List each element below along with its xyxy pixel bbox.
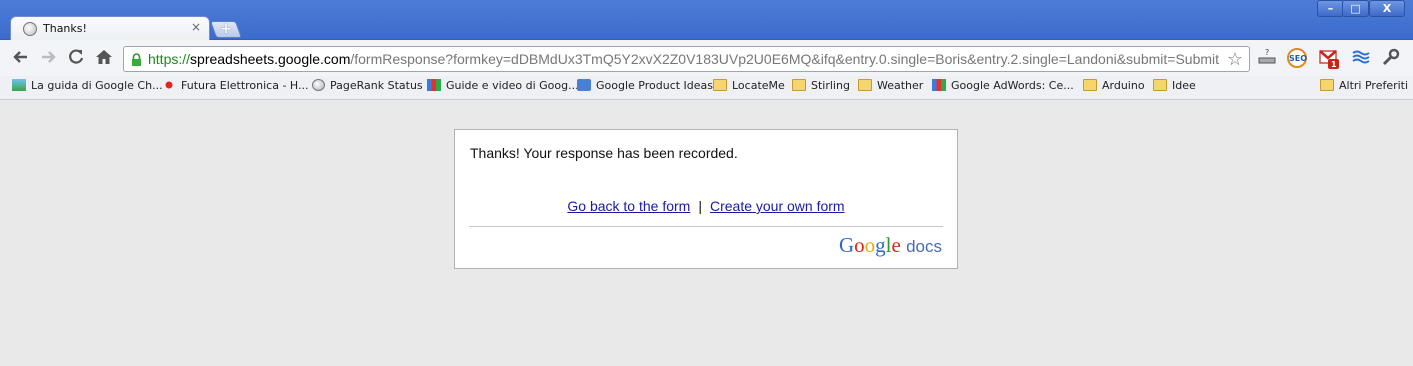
back-to-form-link[interactable]: Go back to the form — [567, 198, 690, 214]
maximize-button[interactable]: □ — [1342, 0, 1369, 17]
extension-scale-icon[interactable]: ? — [1256, 48, 1278, 68]
forward-arrow-icon — [42, 51, 56, 63]
bookmark-item[interactable]: Guide e video di Goog... — [427, 79, 579, 97]
tab-close-icon[interactable]: × — [191, 20, 201, 34]
folder-icon — [1083, 79, 1097, 91]
google-docs-logo: Google docs — [838, 233, 942, 257]
back-button[interactable] — [11, 48, 31, 68]
bookmark-folder[interactable]: Stirling — [792, 79, 850, 97]
divider — [469, 226, 943, 227]
page-content: Thanks! Your response has been recorded.… — [0, 101, 1413, 366]
reload-button[interactable] — [66, 48, 86, 68]
bookmark-folder[interactable]: Arduino — [1083, 79, 1145, 97]
address-bar[interactable]: https://spreadsheets.google.com/formResp… — [123, 46, 1250, 72]
globe-icon — [312, 79, 325, 91]
bookmark-label: Weather — [877, 79, 924, 92]
bookmark-folder[interactable]: Idee — [1153, 79, 1196, 97]
bookmark-label: LocateMe — [732, 79, 785, 92]
check-icon — [577, 79, 591, 91]
toolbar: https://spreadsheets.google.com/formResp… — [0, 40, 1413, 76]
svg-text:?: ? — [1265, 48, 1269, 57]
logo-docs-text: docs — [906, 237, 942, 256]
url-protocol: https:// — [148, 51, 191, 67]
folder-icon — [1153, 79, 1167, 91]
bookmark-item[interactable]: PageRank Status — [312, 79, 423, 97]
google-icon — [932, 79, 946, 91]
map-icon — [12, 79, 26, 91]
url-host: spreadsheets.google.com — [190, 51, 351, 67]
bookmark-folder[interactable]: Weather — [858, 79, 923, 97]
bookmark-label: Google Product Ideas — [596, 79, 714, 92]
title-bar: Thanks! × + – □ X — [0, 0, 1413, 41]
tab-title: Thanks! — [43, 22, 87, 35]
globe-icon — [23, 22, 37, 36]
seo-label: SEO — [1289, 54, 1307, 63]
bookmark-label: La guida di Google Ch... — [31, 79, 163, 92]
bookmark-label: PageRank Status — [330, 79, 423, 92]
url-path: /formResponse?formkey=dDBMdUx3TmQ5Y2xvX2… — [350, 51, 1220, 67]
home-icon — [96, 50, 112, 64]
lock-icon — [132, 53, 141, 66]
gmail-count: 1 — [1331, 60, 1337, 69]
folder-icon — [713, 79, 727, 91]
bookmark-label: Google AdWords: Ce... — [951, 79, 1074, 92]
plus-icon: + — [220, 21, 232, 37]
tab-thanks[interactable]: Thanks! × — [10, 16, 210, 41]
url-text[interactable]: https://spreadsheets.google.com/formResp… — [148, 51, 1219, 67]
confirmation-message: Thanks! Your response has been recorded. — [470, 145, 738, 161]
wrench-icon[interactable] — [1380, 48, 1402, 68]
home-button[interactable] — [94, 48, 114, 68]
link-separator: | — [698, 198, 702, 214]
minimize-button[interactable]: – — [1317, 0, 1344, 17]
bookmark-item[interactable]: Futura Elettronica - H... — [162, 79, 309, 97]
other-bookmarks-folder[interactable]: Altri Preferiti — [1320, 79, 1408, 97]
bookmark-label: Futura Elettronica - H... — [181, 79, 309, 92]
bookmark-label: Idee — [1172, 79, 1196, 92]
folder-icon — [792, 79, 806, 91]
bookmark-label: Arduino — [1102, 79, 1145, 92]
seo-extension-icon[interactable]: SEO — [1286, 48, 1308, 68]
action-links: Go back to the form | Create your own form — [455, 198, 957, 214]
bookmark-label: Stirling — [811, 79, 850, 92]
laser-icon — [162, 79, 176, 91]
waves-extension-icon[interactable] — [1350, 48, 1372, 68]
bookmark-folder[interactable]: LocateMe — [713, 79, 785, 97]
folder-icon — [858, 79, 872, 91]
bookmark-star-icon[interactable]: ☆ — [1227, 49, 1243, 70]
bookmarks-bar: La guida di Google Ch... Futura Elettron… — [0, 76, 1413, 100]
gmail-notifier-icon[interactable]: 1 — [1318, 48, 1340, 69]
forward-button[interactable] — [38, 48, 58, 68]
bookmark-item[interactable]: La guida di Google Ch... — [12, 79, 163, 97]
new-tab-button[interactable]: + — [209, 21, 243, 38]
create-form-link[interactable]: Create your own form — [710, 198, 845, 214]
browser-window: Thanks! × + – □ X https://spreadsheets.g… — [0, 0, 1413, 366]
bookmark-item[interactable]: Google AdWords: Ce... — [932, 79, 1074, 97]
close-window-button[interactable]: X — [1369, 0, 1405, 17]
confirmation-card: Thanks! Your response has been recorded.… — [454, 129, 958, 269]
reload-icon — [69, 49, 84, 64]
other-bookmarks-label: Altri Preferiti — [1339, 79, 1409, 92]
back-arrow-icon — [13, 51, 27, 63]
google-icon — [427, 79, 441, 91]
bookmark-item[interactable]: Google Product Ideas — [577, 79, 713, 97]
folder-icon — [1320, 79, 1334, 91]
bookmark-label: Guide e video di Goog... — [446, 79, 579, 92]
